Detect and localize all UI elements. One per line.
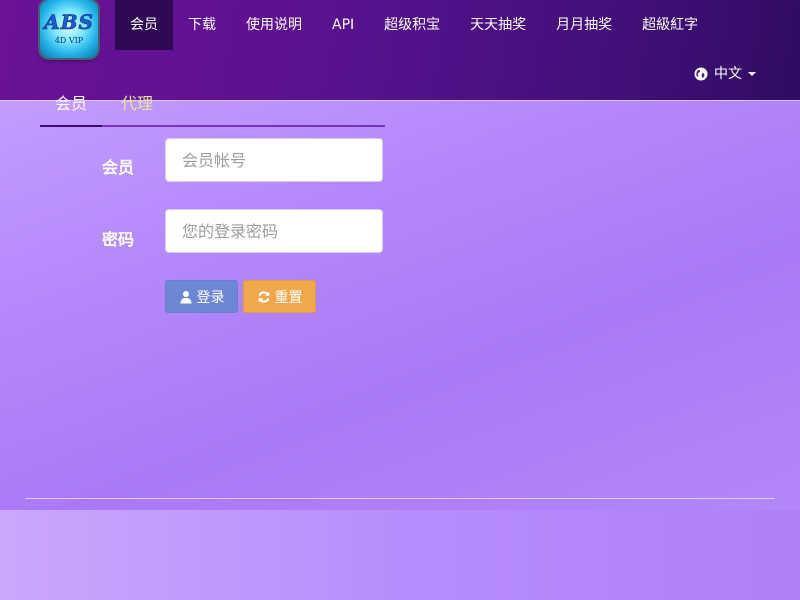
tab-agent[interactable]: 代理 [106,89,168,125]
site-logo[interactable]: ABS 4D VIP [40,0,98,58]
footer-divider [25,498,775,499]
user-icon [180,290,191,303]
top-navbar: ABS 4D VIP 会员 下载 使用说明 API 超级积宝 天天抽奖 月月抽奖… [0,0,800,101]
language-selector[interactable]: 中文 [694,62,756,86]
tab-member[interactable]: 会员 [40,89,103,127]
nav-item-super-jackpot[interactable]: 超级积宝 [369,0,455,50]
password-label: 密码 [101,230,134,249]
nav-menu: 会员 下载 使用说明 API 超级积宝 天天抽奖 月月抽奖 超級紅字 [115,0,713,50]
caret-down-icon [748,72,756,76]
nav-item-daily-lottery[interactable]: 天天抽奖 [455,0,541,50]
logo-sub-text: 4D VIP [54,36,84,45]
password-input[interactable] [165,209,383,253]
nav-item-api[interactable]: API [317,0,369,50]
language-label: 中文 [714,66,742,82]
nav-item-monthly-lottery[interactable]: 月月抽奖 [541,0,627,50]
login-button[interactable]: 登录 [165,280,238,313]
page-background-lower [0,510,800,600]
refresh-icon [258,290,269,303]
nav-item-super-red[interactable]: 超級紅字 [627,0,713,50]
nav-item-member[interactable]: 会员 [115,0,173,50]
username-input[interactable] [165,138,383,182]
login-button-label: 登录 [196,289,225,306]
login-tabs: 会员 代理 [40,89,385,127]
username-label: 会员 [101,158,134,177]
reset-button[interactable]: 重置 [243,280,316,313]
nav-item-download[interactable]: 下载 [173,0,231,50]
nav-item-instructions[interactable]: 使用说明 [231,0,317,50]
globe-icon [694,67,708,81]
reset-button-label: 重置 [274,289,303,306]
logo-main-text: ABS [44,10,94,35]
